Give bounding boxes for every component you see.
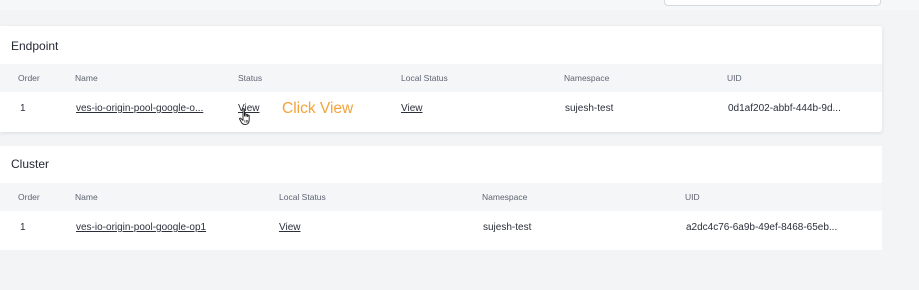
column-header-order: Order (18, 192, 40, 202)
search-input[interactable] (664, 0, 881, 6)
endpoint-title: Endpoint (11, 39, 59, 53)
table-row: 1 ves-io-origin-pool-google-op1 View suj… (0, 211, 882, 247)
column-header-status: Status (238, 73, 263, 83)
endpoint-panel: Endpoint Order Name Status Local Status … (0, 26, 882, 132)
column-header-local-status: Local Status (279, 192, 326, 202)
column-header-name: Name (75, 192, 98, 202)
column-header-namespace: Namespace (564, 73, 610, 83)
endpoint-table-header: Order Name Status Local Status Namespace… (0, 64, 882, 92)
column-header-uid: UID (727, 73, 742, 83)
cluster-panel: Cluster Order Name Local Status Namespac… (0, 146, 882, 250)
column-header-local-status: Local Status (401, 73, 448, 83)
cell-order: 1 (20, 103, 26, 114)
cluster-name-link[interactable]: ves-io-origin-pool-google-op1 (76, 222, 206, 233)
cluster-title: Cluster (11, 157, 50, 171)
cell-namespace: sujesh-test (483, 222, 532, 233)
local-status-view-link[interactable]: View (401, 103, 423, 114)
top-bar (0, 0, 919, 10)
cell-order: 1 (20, 222, 26, 233)
local-status-view-link[interactable]: View (279, 222, 301, 233)
table-row: 1 ves-io-origin-pool-google-o... View Vi… (0, 92, 882, 128)
hand-pointer-icon (239, 108, 253, 126)
column-header-name: Name (75, 73, 98, 83)
cluster-table-header: Order Name Local Status Namespace UID (0, 183, 882, 211)
column-header-order: Order (18, 73, 40, 83)
endpoint-name-link[interactable]: ves-io-origin-pool-google-o... (76, 103, 203, 114)
cell-namespace: sujesh-test (565, 103, 614, 114)
cell-uid: a2dc4c76-6a9b-49ef-8468-65eb... (686, 222, 838, 233)
click-view-annotation: Click View (282, 100, 354, 117)
column-header-uid: UID (685, 192, 700, 202)
column-header-namespace: Namespace (482, 192, 528, 202)
cell-uid: 0d1af202-abbf-444b-9d... (728, 103, 841, 114)
